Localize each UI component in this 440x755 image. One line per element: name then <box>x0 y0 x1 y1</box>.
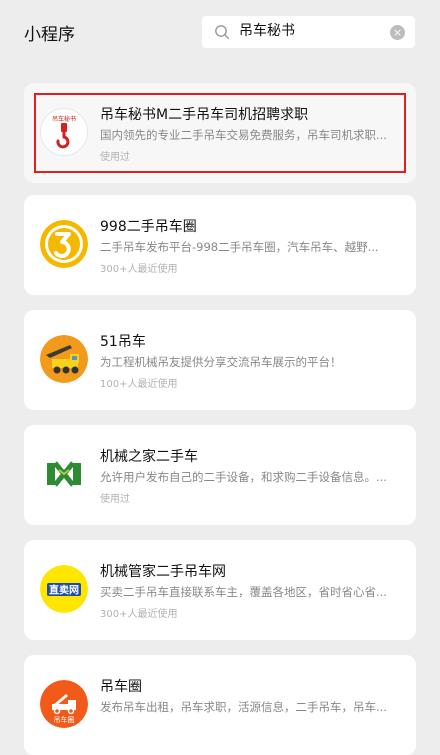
result-name: 998二手吊车圈 <box>100 219 197 235</box>
result-card[interactable]: 998二手吊车圈 二手吊车发布平台-998二手吊车圈，汽车吊车、越野... 30… <box>24 195 416 295</box>
app-icon-label: 直卖网 <box>49 584 79 597</box>
page-title: 小程序 <box>24 25 75 45</box>
yellow-circle-logo-icon <box>40 220 88 268</box>
zhimai-logo-icon: 直卖网 <box>40 565 88 613</box>
search-icon <box>214 24 230 40</box>
header: 小程序 × <box>0 0 440 66</box>
clear-search-icon[interactable]: × <box>390 25 405 40</box>
result-card[interactable]: 直卖网 机械管家二手吊车网 买卖二手吊车直接联系车主，覆盖各地区，省时省心省..… <box>24 540 416 640</box>
result-name: 机械管家二手吊车网 <box>100 564 226 580</box>
result-usage: 300+人最近使用 <box>100 264 178 275</box>
orange-tow-truck-icon: 吊车圈 <box>40 680 88 728</box>
result-card[interactable]: 51吊车 为工程机械吊友提供分享交流吊车展示的平台！ 100+人最近使用 <box>24 310 416 410</box>
app-icon-label: 吊车秘书 <box>52 115 76 123</box>
result-usage: 300+人最近使用 <box>100 609 178 620</box>
result-usage: 100+人最近使用 <box>100 379 178 390</box>
result-card[interactable]: 机械之家二手车 允许用户发布自己的二手设备，和求购二手设备信息。... 使用过 <box>24 425 416 525</box>
result-description: 允许用户发布自己的二手设备，和求购二手设备信息。... <box>100 470 387 484</box>
result-name: 机械之家二手车 <box>100 449 198 465</box>
result-description: 国内领先的专业二手吊车交易免费服务，吊车司机求职... <box>100 128 387 142</box>
result-description: 为工程机械吊友提供分享交流吊车展示的平台！ <box>100 355 342 369</box>
search-box[interactable]: × <box>202 16 415 48</box>
crane-truck-icon <box>40 335 88 383</box>
result-usage: 使用过 <box>100 494 130 505</box>
result-card[interactable]: 吊车秘书 吊车秘书M二手吊车司机招聘求职 国内领先的专业二手吊车交易免费服务，吊… <box>24 83 416 183</box>
crane-hook-icon: 吊车秘书 <box>40 108 88 156</box>
app-icon-label: 吊车圈 <box>54 715 75 724</box>
result-card[interactable]: 吊车圈 吊车圈 发布吊车出租，吊车求职，活源信息，二手吊车，吊车... <box>24 655 416 755</box>
result-description: 发布吊车出租，吊车求职，活源信息，二手吊车，吊车... <box>100 700 387 714</box>
result-usage: 使用过 <box>100 152 130 163</box>
green-x-logo-icon <box>40 450 88 498</box>
result-description: 二手吊车发布平台-998二手吊车圈，汽车吊车、越野... <box>100 240 379 254</box>
result-name: 吊车秘书M二手吊车司机招聘求职 <box>100 107 309 123</box>
search-input[interactable] <box>239 22 379 38</box>
result-name: 吊车圈 <box>100 679 142 695</box>
result-name: 51吊车 <box>100 334 146 350</box>
result-description: 买卖二手吊车直接联系车主，覆盖各地区，省时省心省... <box>100 585 387 599</box>
